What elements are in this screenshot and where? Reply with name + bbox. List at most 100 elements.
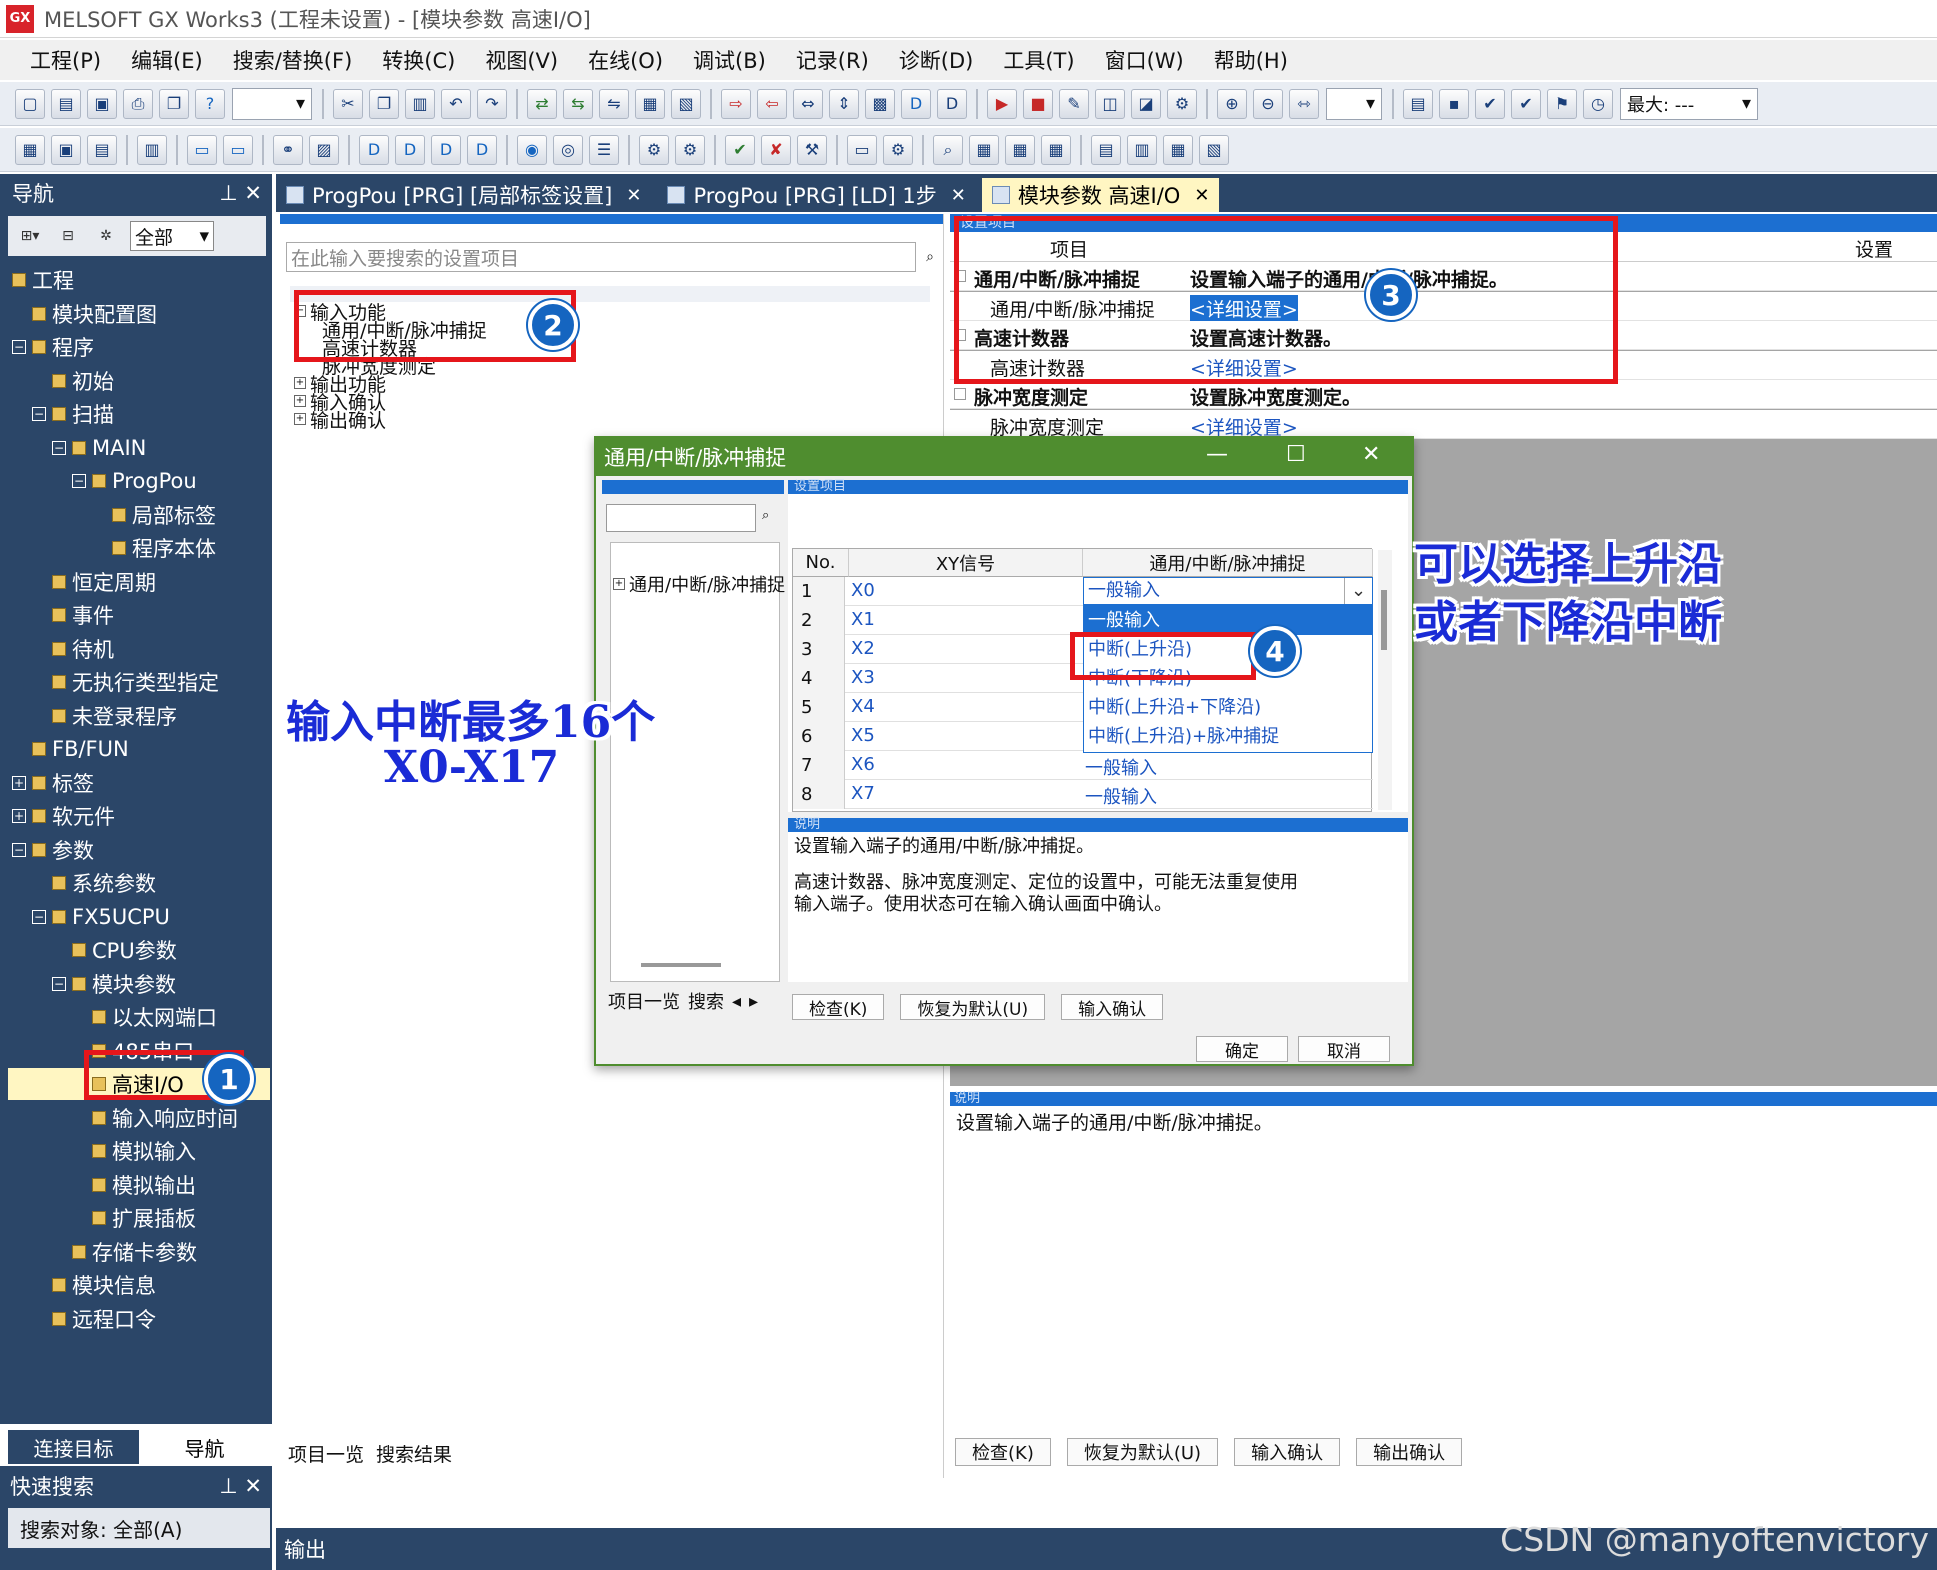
search-icon[interactable]: ⌕ [920,242,940,272]
nav-tree-item[interactable]: 模拟输出 [8,1169,270,1201]
doc-tab-0[interactable]: ProgPou [PRG] [局部标签设置] ✕ [276,178,651,212]
nav-gear-icon[interactable]: ✲ [92,223,120,249]
grid2-icon[interactable]: ▥ [1127,134,1157,165]
zoom-combo[interactable]: ▾ [1326,87,1382,120]
write-plc-icon[interactable]: ⇨ [721,88,751,119]
dialog-tab-search[interactable]: 搜索 [688,988,724,1014]
monitor-write-icon[interactable]: ✎ [1059,88,1089,119]
dropdown-option[interactable]: 一般输入 [1084,606,1372,635]
tab-scroll-right-icon[interactable]: ▸ [749,991,758,1012]
monitor-start-icon[interactable]: ▶ [987,88,1017,119]
menu-item-10[interactable]: 窗口(W) [1105,45,1184,75]
grid-scrollbar[interactable] [1378,550,1392,810]
nav-tree-item[interactable]: − 参数 [8,834,270,866]
open-folder-icon[interactable]: ▤ [51,88,81,119]
window2-icon[interactable]: ▭ [223,134,253,165]
list-icon[interactable]: ☰ [589,134,619,165]
close-icon[interactable]: ✕ [1362,442,1380,467]
remote-op-icon[interactable]: ⇕ [829,88,859,119]
mode-select[interactable]: 一般输入 ⌄ [1083,577,1373,605]
grid-row[interactable]: 7 X6 一般输入 [793,751,1373,780]
binoculars-icon[interactable]: ⚭ [273,134,303,165]
dev-c-icon[interactable]: D [431,134,461,165]
new-file-icon[interactable]: ▢ [15,88,45,119]
nav-collapse-icon[interactable]: ⊟ [54,223,82,249]
collapse-icon[interactable]: − [52,976,66,991]
diag-icon[interactable]: ◉ [517,134,547,165]
mode-value[interactable]: 一般输入 [1085,754,1157,780]
tool-c-icon[interactable]: ⚒ [797,134,827,165]
hw-icon[interactable]: ▤ [87,134,117,165]
tool-b-icon[interactable]: ⚙ [675,134,705,165]
toolbar-combo[interactable]: ▾ [232,87,312,120]
nav-tree-item[interactable]: − FX5UCPU [8,901,270,933]
nav-tree-item[interactable]: 程序本体 [8,532,270,564]
collapse-icon[interactable]: − [72,474,86,488]
nav-expand-icon[interactable]: ⊞▾ [16,223,44,249]
nav-tree-item[interactable]: + 标签 [8,767,270,799]
nav-tree-item[interactable]: − ProgPou [8,465,270,497]
compile-icon[interactable]: ▦ [635,88,665,119]
input-confirm-button[interactable]: 输入确认 [1234,1438,1341,1466]
settings-search-input[interactable]: 在此输入要搜索的设置项目 [286,242,916,272]
dialog-restore-button[interactable]: 恢复为默认(U) [900,994,1046,1020]
search-doc-icon[interactable]: ⌕ [933,134,963,165]
zoom-out-icon[interactable]: ⊖ [1253,88,1283,119]
nav-tree-item[interactable]: 未登录程序 [8,700,270,732]
ok-button[interactable]: 确定 [1196,1036,1288,1062]
verify-icon[interactable]: ⇔ [793,88,823,119]
cut-icon[interactable]: ✂ [333,88,363,119]
collapse-icon[interactable]: − [52,440,66,455]
minimize-icon[interactable]: — [1206,442,1228,467]
flag-icon[interactable]: ⚑ [1547,88,1577,119]
check-mark-icon[interactable]: ✔ [725,134,755,165]
convert-icon[interactable]: ⇄ [527,88,557,119]
nav-tree-item[interactable]: 待机 [8,633,270,665]
tool-d-icon[interactable]: ⚙ [883,134,913,165]
dialog-tab-list[interactable]: 项目一览 [608,988,680,1014]
zoom-in-icon[interactable]: ⊕ [1217,88,1247,119]
doc-tab-2[interactable]: 模块参数 高速I/O ✕ [981,178,1220,212]
restore-default-button[interactable]: 恢复为默认(U) [1066,1438,1219,1466]
collapse-icon[interactable]: − [32,909,46,924]
tab-scroll-left-icon[interactable]: ◂ [732,991,741,1012]
device-icon[interactable]: ▩ [865,88,895,119]
nav-tree-item[interactable]: FB/FUN [8,733,270,765]
watch-icon[interactable]: ◫ [1095,88,1125,119]
nav-tree-item[interactable]: + 软元件 [8,800,270,832]
ok-circle-icon[interactable]: ✔ [1475,88,1505,119]
cancel-button[interactable]: 取消 [1298,1036,1390,1062]
nav-pin-close[interactable]: ⊥ ✕ [219,181,262,205]
close-tab-icon[interactable]: ✕ [951,185,966,206]
menu-item-9[interactable]: 工具(T) [1003,45,1074,75]
grid-icon[interactable]: ▤ [1091,134,1121,165]
debug-icon[interactable]: ⚙ [1167,88,1197,119]
nav-tree-item[interactable]: − 程序 [8,331,270,363]
online-convert-icon[interactable]: ⇋ [599,88,629,119]
print-icon[interactable]: ⎙ [123,88,153,119]
dropdown-option[interactable]: 中断(上升沿)+脉冲捕捉 [1084,722,1372,751]
project-icon[interactable]: ▦ [15,134,45,165]
search-target-select[interactable]: 搜索对象: 全部(A) [8,1508,270,1548]
settings-tree-item[interactable]: + 输出确认 [294,408,386,432]
expand-icon[interactable]: + [12,775,26,790]
check-button[interactable]: 检查(K) [955,1438,1051,1466]
dialog-tree-item[interactable]: + 通用/中断/脉冲捕捉 [613,571,785,597]
module-icon[interactable]: ▣ [51,134,81,165]
grid4-icon[interactable]: ▧ [1199,134,1229,165]
collapse-icon[interactable]: − [12,842,26,857]
nav-filter-select[interactable]: 全部 ▾ [130,221,214,251]
expand-icon[interactable]: + [294,413,306,425]
settings-row[interactable]: 脉冲宽度测定 <详细设置> [950,409,1937,439]
close-tab-icon[interactable]: ✕ [626,185,641,206]
nav-tree-item[interactable]: 无执行类型指定 [8,666,270,698]
nav-tree-item[interactable]: 输入响应时间 [8,1102,270,1134]
grid-row[interactable]: 8 X7 一般输入 [793,780,1373,809]
nav-tree-item[interactable]: 模块配置图 [8,298,270,330]
check-icon[interactable]: ▧ [671,88,701,119]
tab-navigation[interactable]: 导航 [139,1430,270,1464]
diag2-icon[interactable]: ◎ [553,134,583,165]
menu-item-3[interactable]: 转换(C) [382,45,455,75]
quick-search-pin-close[interactable]: ⊥ ✕ [219,1474,262,1498]
nav-tree-item[interactable]: 以太网端口 [8,1001,270,1033]
